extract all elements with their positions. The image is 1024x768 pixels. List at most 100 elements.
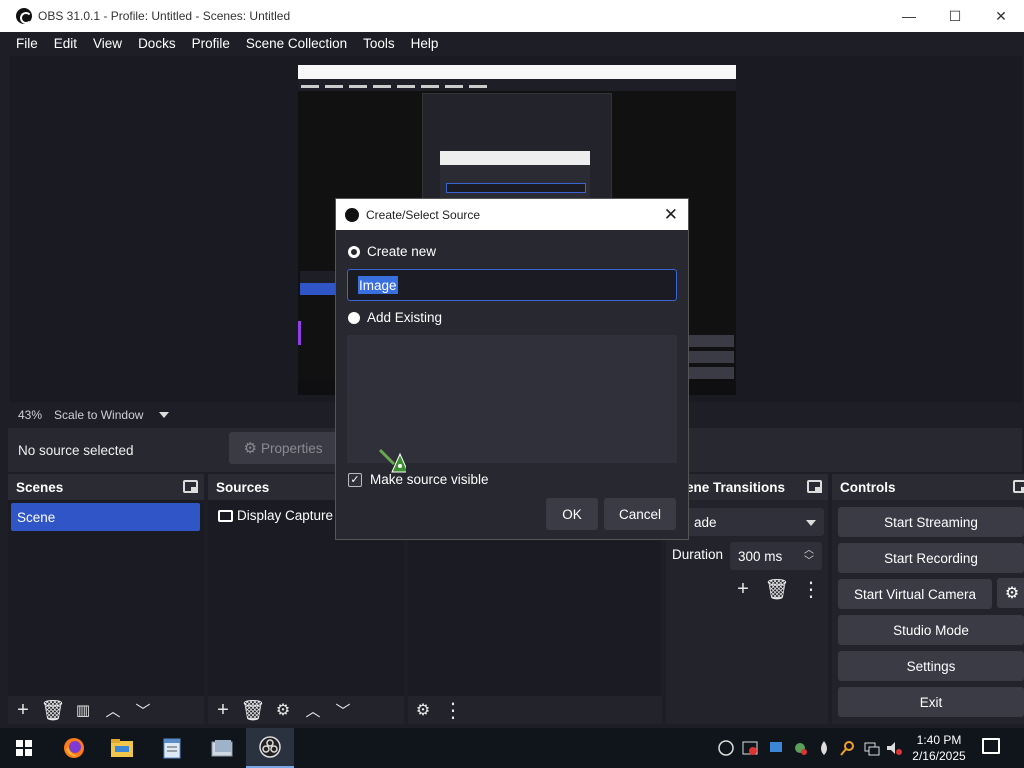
taskbar-firefox[interactable] [50, 728, 98, 768]
scale-mode-label[interactable]: Scale to Window [54, 408, 143, 422]
remove-scene-button[interactable]: 🗑 [38, 696, 68, 724]
properties-button[interactable]: ⚙ Properties [229, 432, 337, 464]
sources-dock-title: Sources [216, 479, 270, 495]
move-scene-up-button[interactable]: ︿ [98, 696, 128, 724]
virtual-camera-settings-button[interactable]: ⚙ [997, 578, 1024, 608]
taskbar-obs[interactable] [246, 728, 294, 768]
source-item-label: Display Capture [237, 508, 334, 523]
scene-filters-button[interactable]: ▥ [68, 696, 98, 724]
create-new-label[interactable]: Create new [367, 244, 436, 259]
move-source-down-button[interactable]: ﹀ [328, 696, 358, 724]
move-source-up-button[interactable]: ︿ [298, 696, 328, 724]
menu-tools[interactable]: Tools [355, 32, 403, 56]
dialog-title: Create/Select Source [366, 207, 481, 222]
obs-logo-icon [345, 207, 359, 222]
search-tray-icon[interactable] [840, 740, 856, 756]
transition-select[interactable]: ade [674, 508, 824, 536]
gear-icon: ⚙ [1004, 585, 1020, 602]
recording-tray-icon[interactable] [742, 740, 758, 756]
menu-profile[interactable]: Profile [184, 32, 238, 56]
taskbar-file-explorer[interactable] [98, 728, 146, 768]
create-new-radio[interactable] [348, 246, 360, 258]
transitions-dock-header: ene Transitions [666, 474, 828, 500]
add-existing-radio[interactable] [348, 312, 360, 324]
notification-center-icon[interactable] [982, 738, 1000, 754]
add-transition-button[interactable]: + [726, 576, 760, 602]
move-scene-down-button[interactable]: ﹀ [128, 696, 158, 724]
mixer-menu-button[interactable]: ⋮ [438, 696, 468, 724]
obs-tray-icon[interactable] [718, 740, 734, 756]
clock-date: 2/16/2025 [912, 749, 966, 763]
source-name-text: Image [359, 278, 397, 293]
transitions-dock-title: ene Transitions [686, 479, 786, 495]
start-recording-button[interactable]: Start Recording [838, 543, 1024, 573]
undock-icon[interactable] [183, 480, 198, 493]
obs-logo-icon [16, 8, 32, 24]
cancel-button[interactable]: Cancel [604, 498, 676, 530]
source-item[interactable]: Display Capture [218, 508, 333, 523]
controls-dock: Controls Start Streaming Start Recording… [832, 474, 1024, 724]
existing-sources-list[interactable] [347, 335, 677, 463]
remove-transition-button[interactable]: 🗑 [760, 576, 794, 602]
create-select-source-dialog: Create/Select Source ✕ Create new Image … [335, 198, 689, 540]
duration-spinbox[interactable]: 300 ms ︿ ﹀ [730, 542, 822, 570]
menu-view[interactable]: View [85, 32, 130, 56]
properties-label: Properties [260, 440, 323, 456]
menu-help[interactable]: Help [403, 32, 447, 56]
spin-arrows-icon[interactable]: ︿ ﹀ [804, 545, 814, 567]
scale-dropdown-icon[interactable] [159, 412, 170, 418]
mixer-settings-button[interactable]: ⚙ [408, 696, 438, 724]
window-title-bar: OBS 31.0.1 - Profile: Untitled - Scenes:… [0, 0, 1024, 32]
drop-tray-icon[interactable] [816, 740, 832, 756]
minimize-button[interactable]: — [886, 0, 932, 32]
menu-edit[interactable]: Edit [46, 32, 85, 56]
transition-value: ade [694, 514, 717, 530]
dialog-close-icon[interactable]: ✕ [664, 205, 678, 225]
add-existing-label[interactable]: Add Existing [367, 310, 442, 325]
menu-scene-collection[interactable]: Scene Collection [238, 32, 355, 56]
make-visible-checkbox[interactable]: ✓ [348, 473, 362, 487]
add-source-button[interactable]: + [208, 696, 238, 724]
transition-menu-button[interactable]: ⋮ [794, 576, 828, 602]
scene-item[interactable]: Scene [11, 503, 200, 531]
network-tray-icon[interactable] [864, 740, 880, 756]
add-scene-button[interactable]: + [8, 696, 38, 724]
menu-bar: File Edit View Docks Profile Scene Colle… [0, 32, 1024, 56]
start-virtual-camera-button[interactable]: Start Virtual Camera [838, 579, 992, 609]
photos-icon [211, 740, 233, 757]
studio-mode-button[interactable]: Studio Mode [838, 615, 1024, 645]
window-title: OBS 31.0.1 - Profile: Untitled - Scenes:… [38, 9, 291, 23]
mouse-cursor-icon [378, 448, 406, 473]
start-streaming-button[interactable]: Start Streaming [838, 507, 1024, 537]
undock-icon[interactable] [807, 480, 822, 493]
dialog-title-bar: Create/Select Source ✕ [336, 199, 688, 230]
notepad-icon [163, 738, 181, 759]
source-status-text: No source selected [18, 442, 134, 458]
source-properties-button[interactable]: ⚙ [268, 696, 298, 724]
taskbar-photos[interactable] [198, 728, 246, 768]
volume-muted-tray-icon[interactable] [886, 740, 902, 756]
windows-taskbar: 1:40 PM 2/16/2025 [0, 728, 1024, 768]
maximize-button[interactable]: ☐ [932, 0, 978, 32]
taskbar-clock[interactable]: 1:40 PM 2/16/2025 [908, 732, 970, 764]
obs-icon [259, 736, 281, 758]
close-button[interactable]: ✕ [978, 0, 1024, 32]
exit-button[interactable]: Exit [838, 687, 1024, 717]
remove-source-button[interactable]: 🗑 [238, 696, 268, 724]
scenes-dock: Scenes Scene + 🗑 ▥ ︿ ﹀ [8, 474, 204, 724]
duration-label: Duration [672, 547, 724, 562]
settings-tray-icon[interactable] [792, 740, 808, 756]
monitor-icon [218, 509, 233, 522]
display-tray-icon[interactable] [768, 740, 784, 756]
duration-value: 300 ms [738, 548, 783, 564]
menu-file[interactable]: File [8, 32, 46, 56]
controls-dock-title: Controls [840, 479, 896, 495]
taskbar-notepad[interactable] [148, 728, 196, 768]
scenes-list[interactable]: Scene [8, 500, 204, 698]
start-button[interactable] [0, 728, 48, 768]
settings-button[interactable]: Settings [838, 651, 1024, 681]
menu-docks[interactable]: Docks [130, 32, 184, 56]
ok-button[interactable]: OK [546, 498, 598, 530]
zoom-level: 43% [18, 408, 43, 422]
undock-icon[interactable] [1013, 480, 1024, 493]
